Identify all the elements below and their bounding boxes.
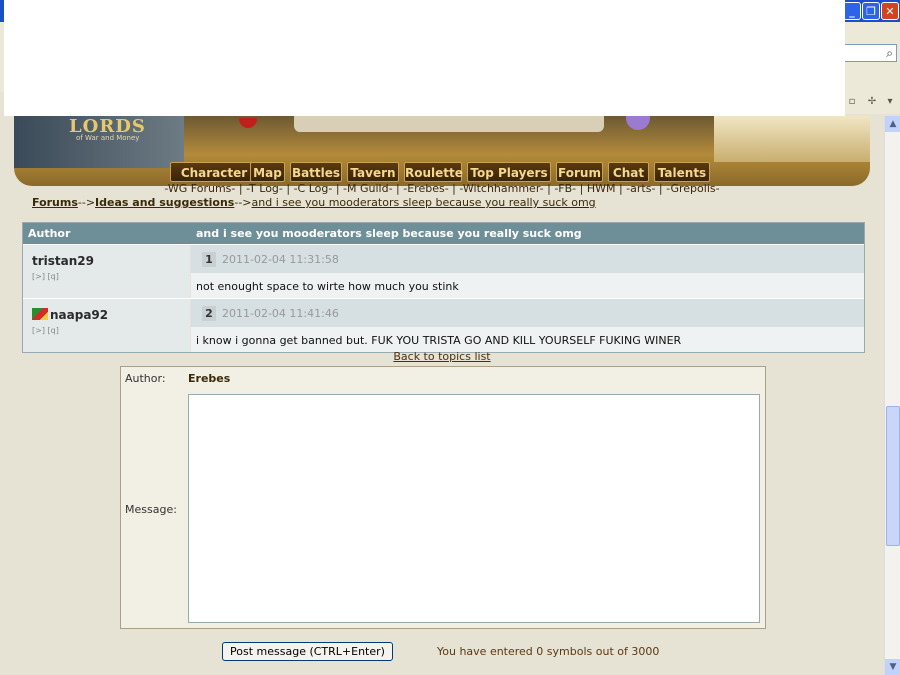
- author-name[interactable]: tristan29: [32, 254, 94, 268]
- breadcrumb-separator: -->: [234, 196, 252, 209]
- external-links[interactable]: -WG Forums- | -T Log- | -C Log- | -M Gui…: [0, 182, 884, 195]
- orb-icon: [626, 116, 650, 130]
- menu-map[interactable]: Map: [250, 162, 285, 182]
- restore-icon[interactable]: ❐: [862, 2, 880, 20]
- breadcrumb-separator: -->: [77, 196, 96, 209]
- table-row: naapa92 [>] [q] 2 2011-02-04 11:41:46 i …: [23, 298, 864, 352]
- message-label: Message:: [125, 503, 177, 516]
- tools-icon[interactable]: ✢: [865, 95, 879, 109]
- post-message: i know i gonna get banned but. FUK YOU T…: [196, 334, 682, 347]
- page-icon[interactable]: ▫: [845, 95, 859, 109]
- menu-tavern[interactable]: Tavern: [347, 162, 399, 182]
- reply-form: Author: Erebes Message:: [120, 366, 766, 629]
- post-author-cell: tristan29 [>] [q]: [23, 245, 190, 298]
- blank-overlay: [4, 0, 845, 116]
- flag-icon: [32, 308, 48, 320]
- post-text-row: not enought space to wirte how much you …: [191, 273, 864, 298]
- post-date: 2011-02-04 11:41:46: [222, 307, 339, 320]
- post-message-button[interactable]: Post message (CTRL+Enter): [222, 642, 393, 661]
- banner-art-right: [714, 116, 870, 162]
- resource-plaque: [294, 116, 604, 132]
- author-name-text[interactable]: naapa92: [50, 308, 108, 322]
- breadcrumb: Forums-->Ideas and suggestions-->and i s…: [32, 196, 596, 209]
- author-actions[interactable]: [>] [q]: [32, 272, 59, 281]
- table-header: Author and i see you mooderators sleep b…: [23, 223, 864, 244]
- post-message: not enought space to wirte how much you …: [196, 280, 459, 293]
- post-number[interactable]: 1: [202, 252, 216, 267]
- close-icon[interactable]: ✕: [881, 2, 899, 20]
- post-author-cell: naapa92 [>] [q]: [23, 299, 190, 352]
- symbol-counter: You have entered 0 symbols out of 3000: [437, 645, 660, 658]
- search-input[interactable]: ⌕: [843, 44, 897, 62]
- breadcrumb-forums[interactable]: Forums: [32, 196, 78, 209]
- menu-forum[interactable]: Forum: [556, 162, 603, 182]
- table-row: tristan29 [>] [q] 1 2011-02-04 11:31:58 …: [23, 244, 864, 298]
- message-textarea[interactable]: [188, 394, 760, 623]
- game-logo-subtitle: of War and Money: [76, 134, 140, 142]
- author-label: Author:: [125, 372, 166, 385]
- post-meta: 2 2011-02-04 11:41:46: [191, 299, 864, 327]
- post-text-row: i know i gonna get banned but. FUK YOU T…: [191, 327, 864, 352]
- search-icon[interactable]: ⌕: [886, 46, 893, 61]
- menu-character[interactable]: Character: [170, 162, 258, 182]
- author-name[interactable]: naapa92: [32, 308, 108, 322]
- gem-icon: [239, 118, 257, 128]
- back-to-topics-link[interactable]: Back to topics list: [0, 350, 884, 363]
- author-value: Erebes: [188, 372, 231, 385]
- menu-battles[interactable]: Battles: [290, 162, 342, 182]
- author-actions[interactable]: [>] [q]: [32, 326, 59, 335]
- arrow-up-icon[interactable]: ▲: [885, 116, 900, 132]
- post-number[interactable]: 2: [202, 306, 216, 321]
- menu-talents[interactable]: Talents: [654, 162, 710, 182]
- post-body-cell: 2 2011-02-04 11:41:46 i know i gonna get…: [191, 299, 864, 352]
- breadcrumb-topic[interactable]: and i see you mooderators sleep because …: [252, 196, 596, 209]
- browser-toolstrip: ▫ ✢ ▾: [843, 92, 900, 114]
- column-author: Author: [28, 227, 71, 240]
- chevron-down-icon[interactable]: ▾: [883, 95, 897, 109]
- menu-top-players[interactable]: Top Players: [467, 162, 551, 182]
- breadcrumb-section[interactable]: Ideas and suggestions: [95, 196, 234, 209]
- topic-title: and i see you mooderators sleep because …: [196, 227, 582, 240]
- post-body-cell: 1 2011-02-04 11:31:58 not enought space …: [191, 245, 864, 298]
- arrow-down-icon[interactable]: ▼: [885, 659, 900, 675]
- topic-table: Author and i see you mooderators sleep b…: [22, 222, 865, 353]
- page-content: LORDS of War and Money Character Map Bat…: [0, 116, 884, 675]
- post-date: 2011-02-04 11:31:58: [222, 253, 339, 266]
- scrollbar[interactable]: ▲ ▼: [884, 116, 900, 675]
- menu-chat[interactable]: Chat: [608, 162, 649, 182]
- post-meta: 1 2011-02-04 11:31:58: [191, 245, 864, 273]
- scrollbar-thumb[interactable]: [886, 406, 900, 546]
- minimize-icon[interactable]: _: [843, 2, 861, 20]
- menu-roulette[interactable]: Roulette: [404, 162, 463, 182]
